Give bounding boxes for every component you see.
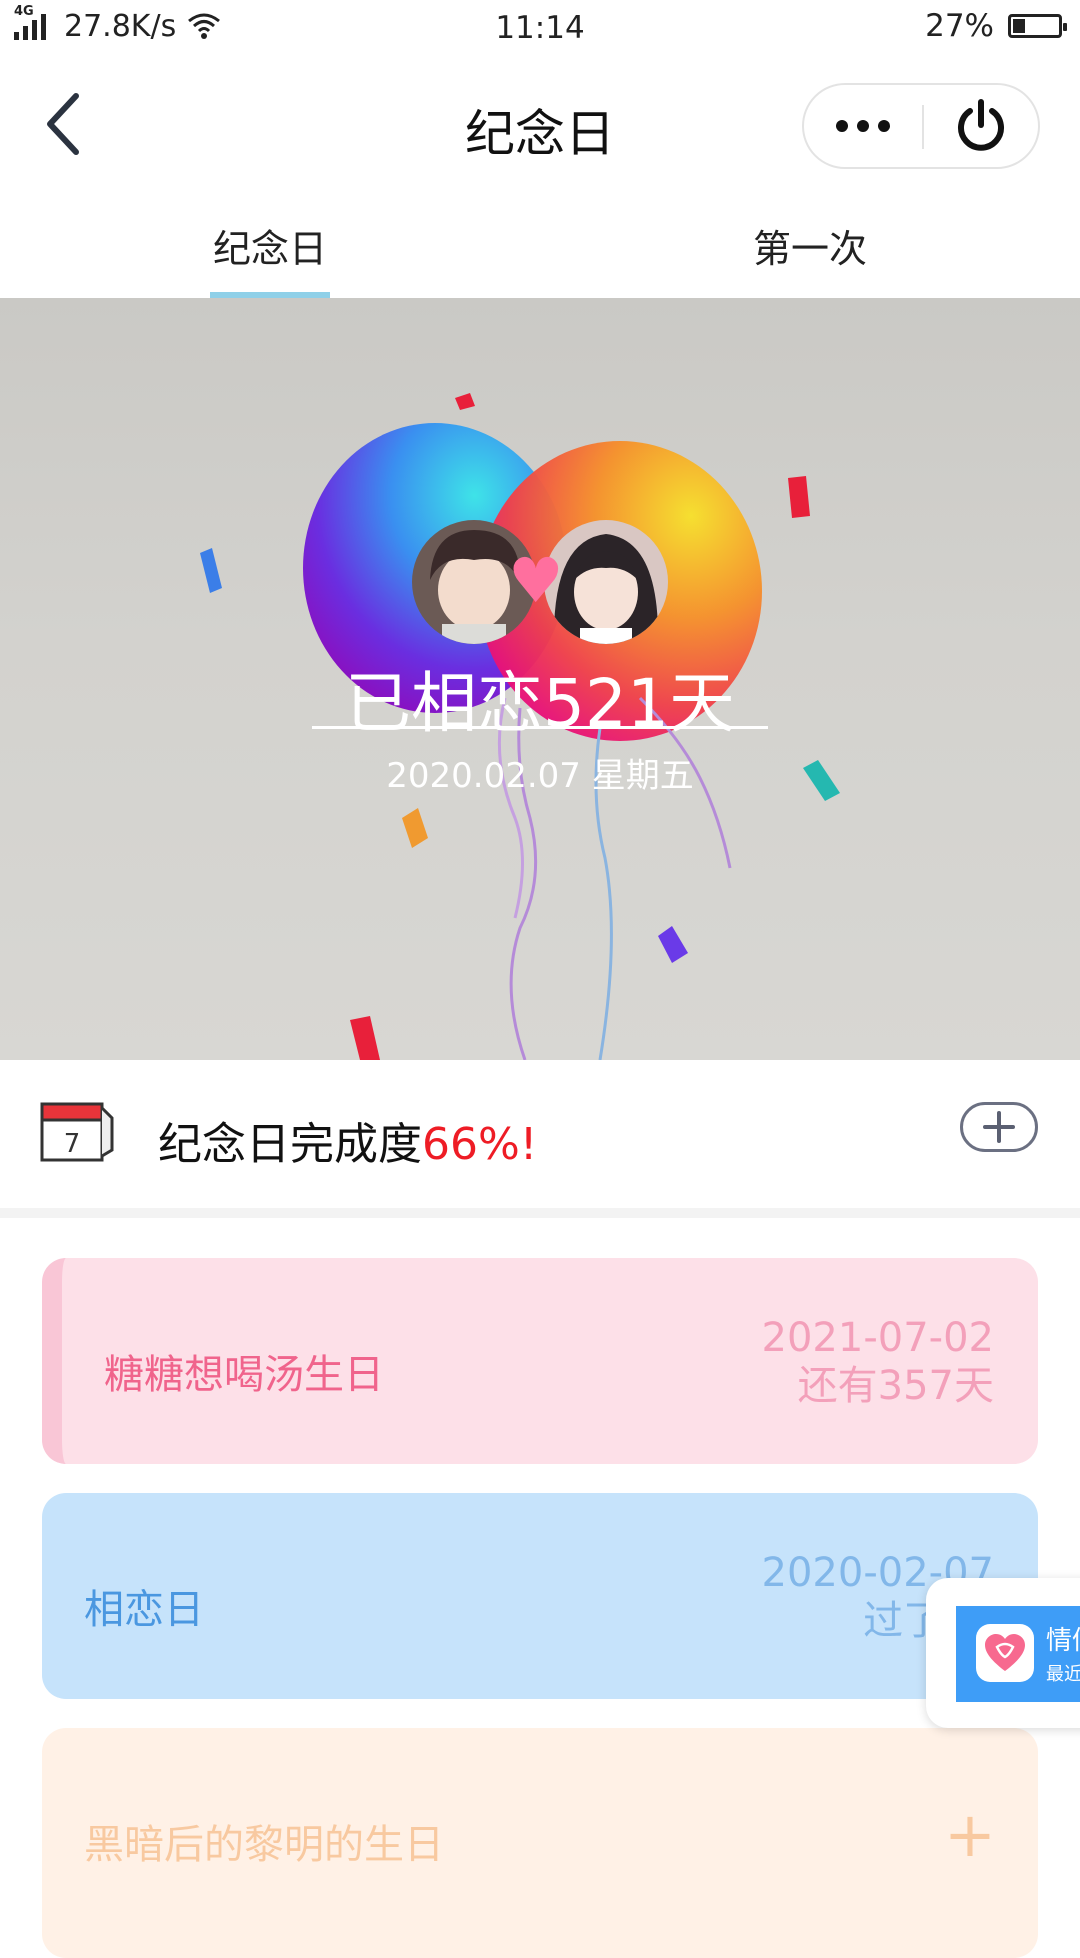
more-button[interactable] [804,85,922,167]
tab-first-time[interactable]: 第一次 [540,218,1080,273]
tab-bar: 纪念日 第一次 [0,188,1080,298]
battery-level [1013,19,1025,33]
card-title: 相恋日 [84,1587,204,1633]
card-title: 糖糖想喝汤生日 [104,1352,384,1398]
heart-icon: ♥ [508,544,564,617]
menu-capsule [802,83,1040,169]
card-date-block: 2021-07-02 还有357天 [762,1314,994,1410]
heart-chat-icon [976,1624,1034,1682]
anniversary-card-empty[interactable]: 黑暗后的黎明的生日 + [42,1728,1038,1958]
hero-banner: ♥ 已相恋521天 2020.02.07 星期五 [0,298,1080,1060]
anniversary-card[interactable]: 相恋日 2020-02-07 过了52 [42,1493,1038,1699]
card-date: 2021-07-02 [761,1315,994,1361]
completion-percent: 66%! [422,1119,538,1170]
floating-widget-banner: 情侣 最近 [956,1606,1080,1702]
status-right: 27% [925,8,1067,44]
calendar-icon: 7 [40,1102,114,1162]
heart-chat-glyph [985,1634,1025,1671]
battery-percent: 27% [925,8,994,44]
start-date: 2020.02.07 星期五 [386,756,694,796]
floating-widget-title: 情侣 [1046,1626,1080,1656]
more-dots-icon [836,120,890,132]
close-app-button[interactable] [924,85,1038,167]
floating-widget-subtitle: 最近 [1046,1664,1080,1685]
nav-bar: 纪念日 [0,58,1080,188]
completion-text: 纪念日完成度66%! [158,1108,537,1172]
power-icon [958,99,1004,151]
plus-icon [983,1111,1015,1143]
chevron-left-icon [47,93,79,155]
tab-anniversary[interactable]: 纪念日 [0,218,540,273]
card-title: 黑暗后的黎明的生日 [84,1822,444,1868]
days-together: 已相恋521天 [345,665,735,742]
card-status: 还有357天 [797,1363,994,1409]
days-underline [312,726,768,729]
completion-label: 纪念日完成度 [158,1119,422,1170]
status-bar: 4G 27.8K/s 11:14 27% [0,0,1080,58]
anniversary-card[interactable]: 糖糖想喝汤生日 2021-07-02 还有357天 [42,1258,1038,1464]
add-anniversary-button[interactable] [960,1102,1038,1152]
section-divider [0,1208,1080,1218]
plus-icon[interactable]: + [944,1804,996,1866]
floating-widget[interactable]: 情侣 最近 [926,1578,1080,1728]
completion-row: 7 纪念日完成度66%! [0,1060,1080,1208]
status-time: 11:14 [495,10,585,46]
calendar-number: 7 [64,1129,81,1159]
battery-icon [1008,14,1067,38]
back-button[interactable] [40,88,100,158]
